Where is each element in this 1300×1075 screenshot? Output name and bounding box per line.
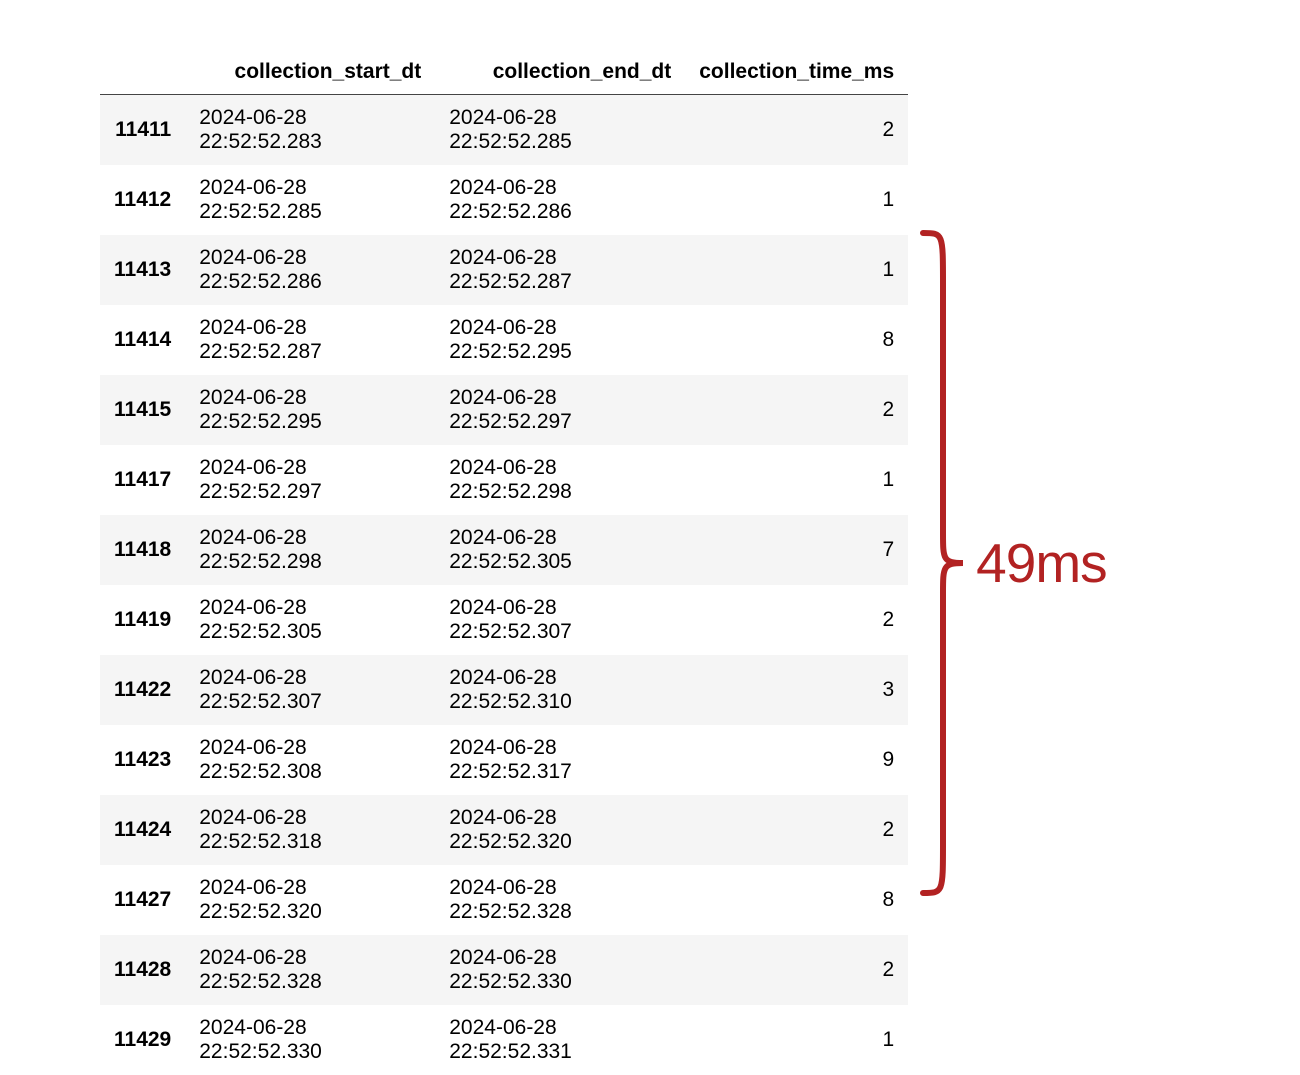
row-index: 11413 [100, 235, 185, 305]
row-end: 2024-06-28 22:52:52.317 [435, 725, 685, 795]
row-end: 2024-06-28 22:52:52.287 [435, 235, 685, 305]
row-start: 2024-06-28 22:52:52.328 [185, 935, 435, 1005]
row-index: 11411 [100, 95, 185, 166]
curly-brace-icon [918, 223, 968, 903]
table-row: 114232024-06-28 22:52:52.3082024-06-28 2… [100, 725, 908, 795]
table-header-row: collection_start_dt collection_end_dt co… [100, 50, 908, 95]
column-header-start: collection_start_dt [185, 50, 435, 95]
row-start: 2024-06-28 22:52:52.295 [185, 375, 435, 445]
row-end: 2024-06-28 22:52:52.295 [435, 305, 685, 375]
row-index: 11419 [100, 585, 185, 655]
row-time: 1 [685, 445, 908, 515]
row-start: 2024-06-28 22:52:52.305 [185, 585, 435, 655]
table-row: 114122024-06-28 22:52:52.2852024-06-28 2… [100, 165, 908, 235]
table-row: 114192024-06-28 22:52:52.3052024-06-28 2… [100, 585, 908, 655]
row-end: 2024-06-28 22:52:52.286 [435, 165, 685, 235]
row-time: 2 [685, 375, 908, 445]
row-time: 8 [685, 305, 908, 375]
data-table: collection_start_dt collection_end_dt co… [100, 50, 908, 1075]
row-index: 11415 [100, 375, 185, 445]
row-time: 2 [685, 795, 908, 865]
row-time: 1 [685, 165, 908, 235]
column-header-end: collection_end_dt [435, 50, 685, 95]
row-start: 2024-06-28 22:52:52.308 [185, 725, 435, 795]
row-end: 2024-06-28 22:52:52.297 [435, 375, 685, 445]
column-header-time: collection_time_ms [685, 50, 908, 95]
row-start: 2024-06-28 22:52:52.318 [185, 795, 435, 865]
row-index: 11428 [100, 935, 185, 1005]
row-start: 2024-06-28 22:52:52.286 [185, 235, 435, 305]
table-row: 114112024-06-28 22:52:52.2832024-06-28 2… [100, 95, 908, 166]
row-index: 11424 [100, 795, 185, 865]
row-end: 2024-06-28 22:52:52.331 [435, 1005, 685, 1075]
row-index: 11414 [100, 305, 185, 375]
row-end: 2024-06-28 22:52:52.298 [435, 445, 685, 515]
row-start: 2024-06-28 22:52:52.320 [185, 865, 435, 935]
data-table-wrapper: collection_start_dt collection_end_dt co… [100, 50, 908, 1075]
annotation-label: 49ms [976, 531, 1107, 595]
row-end: 2024-06-28 22:52:52.320 [435, 795, 685, 865]
table-row: 114292024-06-28 22:52:52.3302024-06-28 2… [100, 1005, 908, 1075]
row-time: 3 [685, 655, 908, 725]
row-time: 2 [685, 935, 908, 1005]
table-row: 114142024-06-28 22:52:52.2872024-06-28 2… [100, 305, 908, 375]
row-end: 2024-06-28 22:52:52.305 [435, 515, 685, 585]
row-start: 2024-06-28 22:52:52.298 [185, 515, 435, 585]
row-end: 2024-06-28 22:52:52.307 [435, 585, 685, 655]
row-end: 2024-06-28 22:52:52.330 [435, 935, 685, 1005]
row-index: 11422 [100, 655, 185, 725]
row-time: 2 [685, 585, 908, 655]
row-index: 11423 [100, 725, 185, 795]
sum-annotation: 49ms [918, 223, 1107, 903]
row-index: 11429 [100, 1005, 185, 1075]
row-start: 2024-06-28 22:52:52.283 [185, 95, 435, 166]
row-time: 2 [685, 95, 908, 166]
table-row: 114242024-06-28 22:52:52.3182024-06-28 2… [100, 795, 908, 865]
row-end: 2024-06-28 22:52:52.285 [435, 95, 685, 166]
row-start: 2024-06-28 22:52:52.307 [185, 655, 435, 725]
row-time: 7 [685, 515, 908, 585]
row-index: 11417 [100, 445, 185, 515]
table-row: 114182024-06-28 22:52:52.2982024-06-28 2… [100, 515, 908, 585]
table-row: 114132024-06-28 22:52:52.2862024-06-28 2… [100, 235, 908, 305]
row-end: 2024-06-28 22:52:52.328 [435, 865, 685, 935]
column-header-index [100, 50, 185, 95]
row-start: 2024-06-28 22:52:52.287 [185, 305, 435, 375]
row-start: 2024-06-28 22:52:52.297 [185, 445, 435, 515]
table-row: 114282024-06-28 22:52:52.3282024-06-28 2… [100, 935, 908, 1005]
row-start: 2024-06-28 22:52:52.285 [185, 165, 435, 235]
table-row: 114272024-06-28 22:52:52.3202024-06-28 2… [100, 865, 908, 935]
row-time: 1 [685, 1005, 908, 1075]
row-time: 9 [685, 725, 908, 795]
table-row: 114152024-06-28 22:52:52.2952024-06-28 2… [100, 375, 908, 445]
row-index: 11427 [100, 865, 185, 935]
row-index: 11418 [100, 515, 185, 585]
row-index: 11412 [100, 165, 185, 235]
row-time: 8 [685, 865, 908, 935]
row-end: 2024-06-28 22:52:52.310 [435, 655, 685, 725]
row-time: 1 [685, 235, 908, 305]
table-row: 114222024-06-28 22:52:52.3072024-06-28 2… [100, 655, 908, 725]
row-start: 2024-06-28 22:52:52.330 [185, 1005, 435, 1075]
table-row: 114172024-06-28 22:52:52.2972024-06-28 2… [100, 445, 908, 515]
